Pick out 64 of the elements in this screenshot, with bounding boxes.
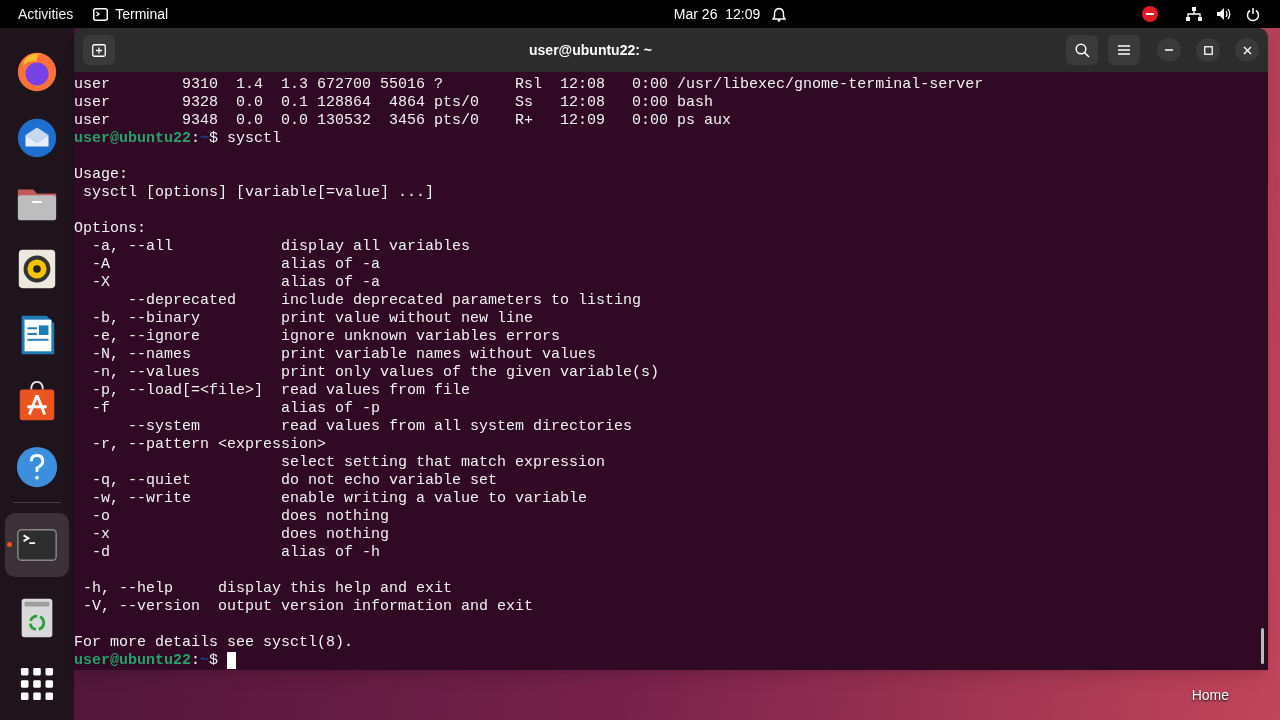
- output-line: -A alias of -a: [91, 256, 381, 274]
- app-grid-icon: [20, 667, 54, 701]
- output-line: Usage:: [74, 166, 128, 184]
- output-line: -o does nothing: [91, 508, 390, 526]
- maximize-icon: [1203, 45, 1213, 55]
- output-line: -f alias of -p: [91, 400, 381, 418]
- prompt-user-host: user@ubuntu22: [74, 130, 192, 148]
- prompt-separator: :: [191, 652, 201, 670]
- desktop-icon-label[interactable]: Home: [1191, 684, 1229, 706]
- output-line: -r, --pattern <expression>: [91, 436, 327, 454]
- window-title: user@ubuntu22: ~: [528, 40, 653, 60]
- output-line: user 9310 1.4 1.3 672700 55016 ? Rsl 12:08 0:00 /usr/libexec/gnome-terminal-server: [74, 76, 984, 94]
- output-line: -e, --ignore ignore unknown variables errors: [91, 328, 561, 346]
- activities-button[interactable]: Activities: [18, 3, 74, 25]
- output-line: --deprecated include deprecated parameters to listing: [127, 292, 642, 310]
- output-line: sysctl [options] [variable[=value] ...]: [82, 184, 435, 202]
- output-line: -d alias of -h: [91, 544, 381, 562]
- output-line: --system read values from all system directories: [127, 418, 633, 436]
- minimize-button[interactable]: [1157, 38, 1181, 62]
- prompt-path: ~: [200, 652, 210, 670]
- output-line: -h, --help display this help and exit: [82, 580, 453, 598]
- output-line: -X alias of -a: [91, 274, 381, 292]
- search-icon: [1074, 42, 1090, 58]
- new-tab-icon: [92, 43, 106, 57]
- output-line: -q, --quiet do not echo variable set: [91, 472, 498, 490]
- network-icon: [1186, 7, 1202, 21]
- output-line: -x does nothing: [91, 526, 390, 544]
- minimize-icon: [1165, 49, 1173, 51]
- help-icon: [14, 444, 60, 490]
- output-line: -a, --all display all variables: [91, 238, 471, 256]
- search-button[interactable]: [1066, 35, 1098, 65]
- scrollbar-thumb[interactable]: [1260, 628, 1264, 664]
- system-menu[interactable]: [1186, 6, 1260, 22]
- volume-icon: [1216, 7, 1232, 21]
- prompt-symbol: $: [209, 130, 219, 148]
- do-not-disturb-icon[interactable]: [1142, 6, 1158, 22]
- output-line: -N, --names print variable names without values: [91, 346, 597, 364]
- prompt-separator: :: [191, 130, 201, 148]
- output-line: -V, --version output version information and exit: [82, 598, 534, 616]
- maximize-button[interactable]: [1196, 38, 1220, 62]
- power-icon: [1246, 6, 1260, 22]
- menu-icon: [1118, 45, 1130, 55]
- output-line: Options:: [74, 220, 146, 238]
- output-line: -p, --load[=<file>] read values from file: [91, 382, 471, 400]
- output-line: -b, --binary print value without new line: [91, 310, 534, 328]
- prompt-user-host: user@ubuntu22: [74, 652, 192, 670]
- output-line: -w, --write enable writing a value to variable: [91, 490, 588, 508]
- close-button[interactable]: [1235, 38, 1259, 62]
- clock[interactable]: Mar 26 12:09: [673, 3, 787, 25]
- command-text: sysctl: [227, 130, 282, 148]
- menu-button[interactable]: [1108, 35, 1140, 65]
- bell-icon: [772, 6, 787, 22]
- output-line: user 9348 0.0 0.0 130532 3456 pts/0 R+ 12:09 0:00 ps aux: [74, 112, 732, 130]
- prompt-path: ~: [200, 130, 210, 148]
- output-line: For more details see sysctl(8).: [74, 634, 354, 652]
- terminal-icon: [93, 7, 109, 21]
- new-tab-button[interactable]: [83, 35, 115, 65]
- output-line: -n, --values print only values of the given variable(s): [91, 364, 660, 382]
- running-indicator: [7, 542, 12, 547]
- prompt-symbol: $: [209, 652, 219, 670]
- output-line: user 9328 0.0 0.1 128864 4864 pts/0 Ss 12:08 0:00 bash: [74, 94, 714, 112]
- close-icon: [1242, 45, 1252, 55]
- app-menu[interactable]: Terminal: [93, 3, 169, 25]
- output-line: select setting that match expression: [280, 454, 606, 472]
